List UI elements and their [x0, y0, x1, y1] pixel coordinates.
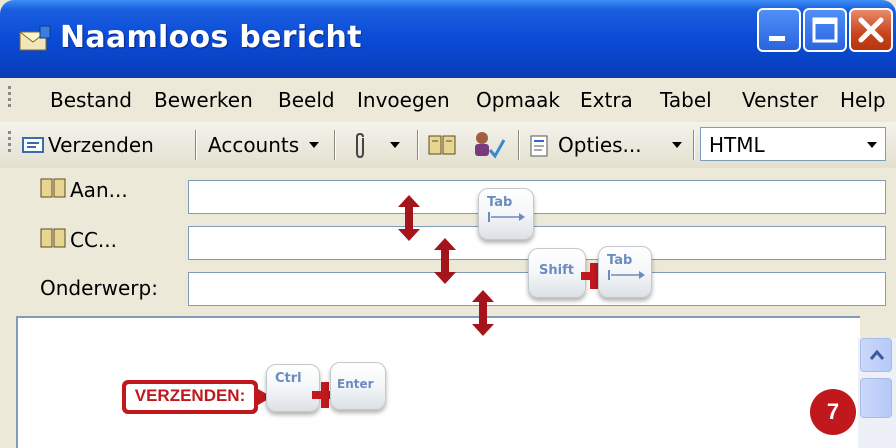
- scroll-thumb[interactable]: [860, 378, 892, 418]
- toolbar-separator: [693, 130, 695, 160]
- title-bar[interactable]: Naamloos bericht: [0, 0, 896, 78]
- format-select-value: HTML: [709, 133, 765, 157]
- subject-label: Onderwerp:: [40, 276, 158, 300]
- key-tab-2: Tab: [598, 246, 652, 298]
- key-ctrl-label: Ctrl: [275, 371, 302, 386]
- options-icon: [530, 135, 548, 157]
- address-book-icon[interactable]: [428, 134, 456, 156]
- menu-venster[interactable]: Venster: [742, 88, 818, 112]
- menu-invoegen[interactable]: Invoegen: [357, 88, 450, 112]
- check-names-icon[interactable]: [472, 130, 506, 160]
- close-icon: [858, 17, 884, 43]
- close-button[interactable]: [849, 8, 893, 52]
- options-label: Opties...: [558, 133, 642, 157]
- send-icon: [22, 137, 44, 153]
- dropdown-arrow-icon: [390, 142, 400, 148]
- menu-bestand[interactable]: Bestand: [50, 88, 132, 112]
- scroll-up-button[interactable]: [860, 338, 892, 372]
- field-cycle-arrow-icon: [472, 290, 494, 336]
- maximize-icon: [812, 17, 838, 43]
- attach-button[interactable]: [346, 126, 408, 164]
- scroll-up-icon: [869, 349, 885, 360]
- toolbar-separator: [518, 130, 520, 160]
- key-tab-2-label: Tab: [607, 253, 633, 268]
- tab-arrow-icon: [608, 270, 645, 280]
- window-app-icon: [18, 25, 51, 51]
- key-shift-label: Shift: [539, 263, 574, 278]
- menu-bar: Bestand Bewerken Beeld Invoegen Opmaak E…: [0, 78, 896, 123]
- send-shortcut-label: VERZENDEN:: [134, 386, 246, 405]
- menu-opmaak[interactable]: Opmaak: [476, 88, 560, 112]
- menu-grip[interactable]: [8, 86, 12, 110]
- send-button[interactable]: Verzenden: [20, 126, 184, 164]
- body-scrollbar[interactable]: [858, 338, 896, 448]
- toolbar-grip[interactable]: [8, 131, 12, 155]
- cc-button-label[interactable]: CC...: [70, 228, 117, 252]
- key-enter-label: Enter: [337, 377, 374, 391]
- chevron-down-icon[interactable]: [867, 142, 877, 148]
- step-number-badge: 7: [810, 389, 856, 435]
- toolbar-separator: [417, 130, 419, 160]
- minimize-button[interactable]: [757, 8, 801, 52]
- dropdown-arrow-icon: [309, 142, 319, 148]
- key-shift: Shift: [528, 248, 586, 298]
- accounts-button[interactable]: Accounts: [206, 126, 324, 164]
- toolbar-separator: [195, 130, 197, 160]
- menu-help[interactable]: Help: [840, 88, 886, 112]
- window-title: Naamloos bericht: [60, 20, 362, 55]
- key-enter: Enter: [330, 362, 386, 410]
- minimize-icon: [769, 36, 785, 41]
- accounts-label: Accounts: [208, 133, 300, 157]
- tab-arrow-icon: [488, 212, 525, 222]
- toolbar: Verzenden Accounts Opties... HTML: [0, 122, 896, 169]
- field-cycle-arrow-icon: [434, 238, 456, 284]
- key-tab: Tab: [478, 188, 534, 240]
- options-button[interactable]: Opties...: [526, 126, 690, 164]
- mail-window: Naamloos bericht Bestand Bewerken Beeld …: [0, 0, 896, 448]
- dropdown-arrow-icon: [672, 142, 682, 148]
- menu-beeld[interactable]: Beeld: [278, 88, 335, 112]
- menu-bewerken[interactable]: Bewerken: [154, 88, 253, 112]
- address-book-icon[interactable]: [40, 228, 66, 248]
- field-cycle-arrow-icon: [398, 195, 420, 241]
- address-book-icon[interactable]: [40, 178, 66, 198]
- format-select[interactable]: HTML: [700, 127, 886, 161]
- to-button-label[interactable]: Aan...: [70, 178, 128, 202]
- send-shortcut-tag: VERZENDEN:: [122, 380, 272, 414]
- toolbar-separator: [334, 130, 336, 160]
- to-field[interactable]: [188, 180, 886, 214]
- key-tab-label: Tab: [487, 195, 513, 210]
- maximize-button[interactable]: [803, 8, 847, 52]
- menu-tabel[interactable]: Tabel: [660, 88, 712, 112]
- menu-extra[interactable]: Extra: [580, 88, 633, 112]
- paperclip-icon: [356, 132, 364, 159]
- send-label: Verzenden: [48, 133, 154, 157]
